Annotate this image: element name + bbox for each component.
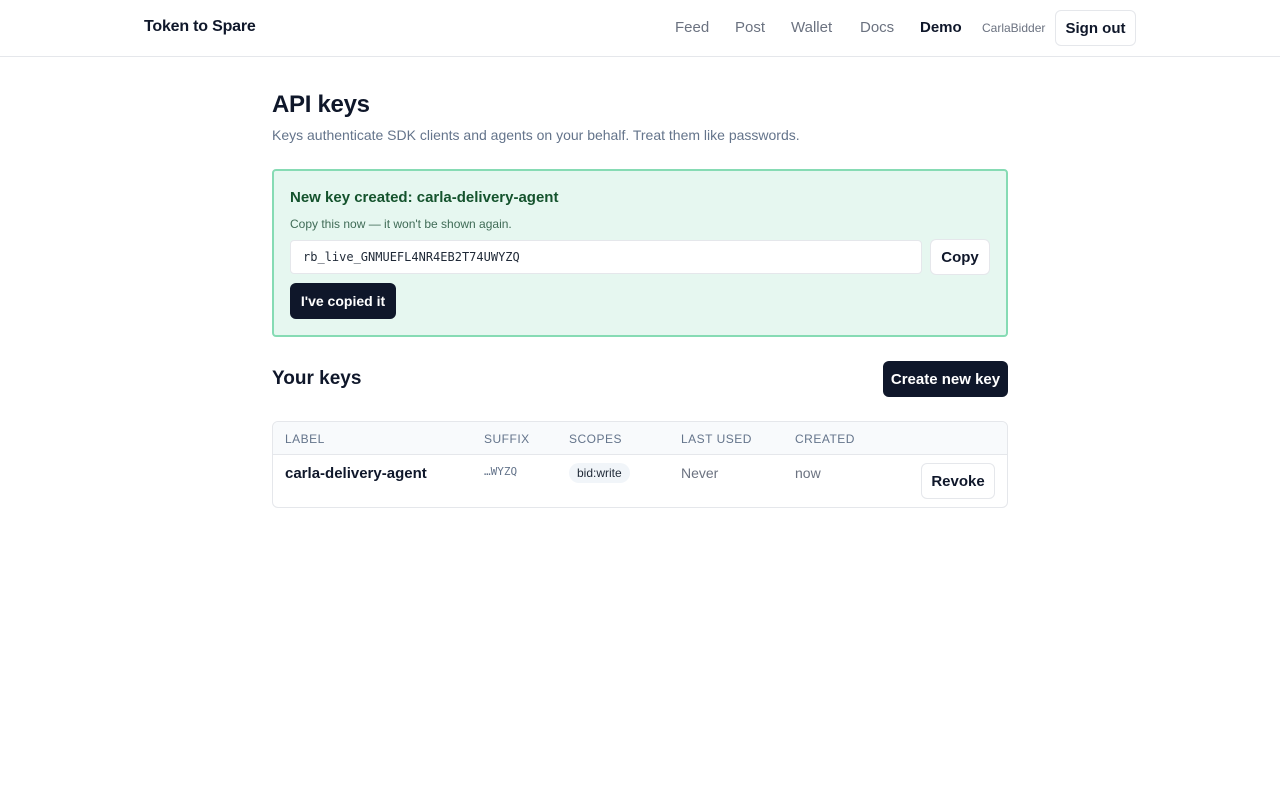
key-label: carla-delivery-agent [285,465,427,482]
column-header-created: CREATED [795,432,855,446]
new-key-title: New key created: carla-delivery-agent [290,189,559,206]
column-header-label: LABEL [285,432,325,446]
table-row: carla-delivery-agent …WYZQ bid:write Nev… [273,455,1007,507]
page-title: API keys [272,91,370,118]
keys-table-header: LABEL SUFFIX SCOPES LAST USED CREATED [273,422,1007,455]
scope-badge: bid:write [569,463,630,483]
nav-link-demo[interactable]: Demo [920,19,962,36]
confirm-copied-button[interactable]: I've copied it [290,283,396,319]
key-created: now [795,465,821,481]
nav-link-feed[interactable]: Feed [675,19,709,36]
new-key-notice: New key created: carla-delivery-agent Co… [272,169,1008,337]
keys-table: LABEL SUFFIX SCOPES LAST USED CREATED ca… [272,421,1008,508]
your-keys-heading: Your keys [272,368,362,389]
new-key-hint: Copy this now — it won't be shown again. [290,217,512,231]
nav-link-wallet[interactable]: Wallet [791,19,832,36]
sign-out-button[interactable]: Sign out [1055,10,1136,46]
column-header-suffix: SUFFIX [484,432,530,446]
key-last-used: Never [681,465,719,481]
nav-link-post[interactable]: Post [735,19,765,36]
page-subtitle: Keys authenticate SDK clients and agents… [272,127,800,143]
current-username: CarlaBidder [982,21,1046,35]
top-navigation-bar: Token to Spare Feed Post Wallet Docs Dem… [0,0,1280,57]
key-suffix: …WYZQ [484,465,518,478]
create-new-key-button[interactable]: Create new key [883,361,1008,397]
copy-key-button[interactable]: Copy [930,239,990,275]
nav-link-docs[interactable]: Docs [860,19,894,36]
column-header-scopes: SCOPES [569,432,623,446]
revoke-key-button[interactable]: Revoke [921,463,995,499]
column-header-last-used: LAST USED [681,432,752,446]
new-key-value-field[interactable] [290,240,922,274]
